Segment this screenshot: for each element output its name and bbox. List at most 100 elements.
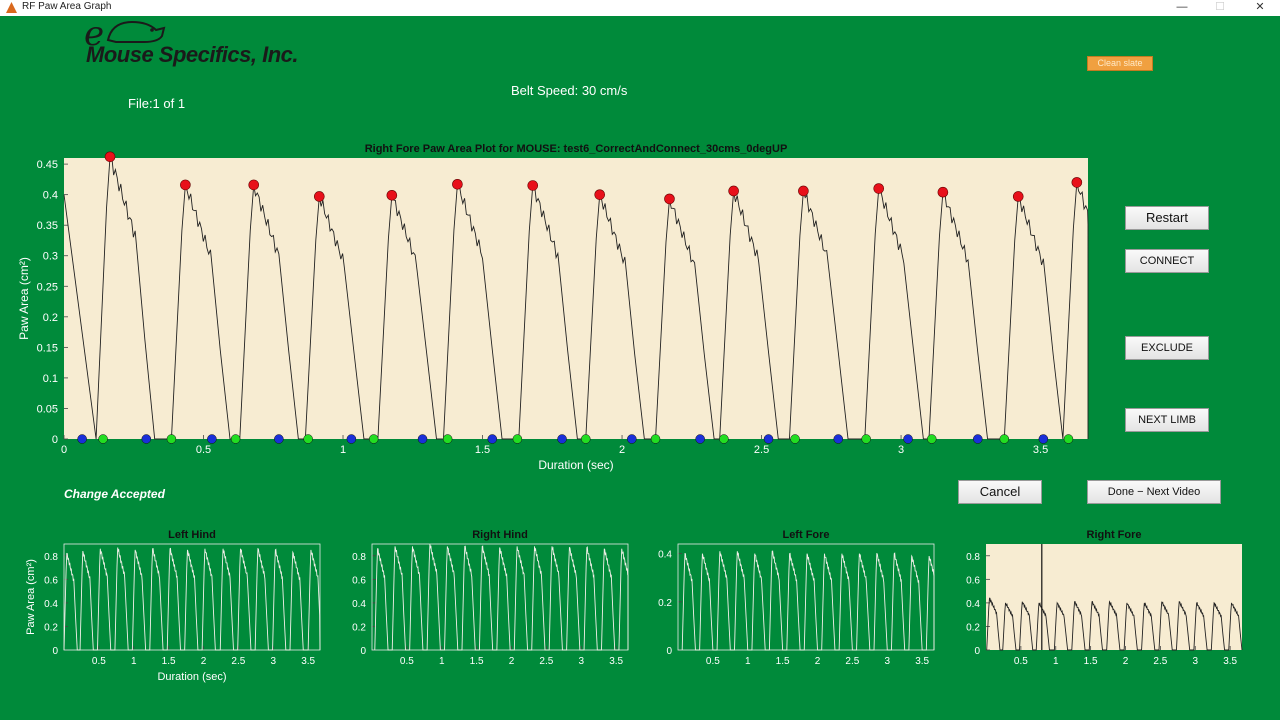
left-fore-plot[interactable]: Left Fore 0.5 1 1.5 2 2.5 3 3.5 0 0.2 0.4 bbox=[632, 524, 942, 694]
connect-button[interactable]: CONNECT bbox=[1125, 249, 1209, 273]
swing-start-marker bbox=[557, 434, 567, 444]
x-tick-label: 2.5 bbox=[754, 444, 769, 456]
y-tick-label: 0.8 bbox=[352, 552, 366, 563]
stance-start-marker bbox=[1063, 434, 1074, 444]
plot-title: Right Fore bbox=[1087, 529, 1142, 541]
y-axis-label: Paw Area (cm²) bbox=[17, 257, 31, 340]
maximize-button[interactable]: ☐ bbox=[1200, 0, 1240, 16]
x-tick-label: 2 bbox=[201, 656, 207, 667]
stance-start-marker bbox=[581, 434, 591, 444]
right-hind-plot[interactable]: Right Hind 0.5 1 1.5 2 2.5 3 3.5 0 0.2 0.4 0.6 0.8 bbox=[326, 524, 636, 694]
y-tick-label: 0 bbox=[974, 646, 980, 657]
y-tick-label: 0.2 bbox=[44, 622, 58, 633]
matlab-app-icon bbox=[6, 2, 17, 13]
swing-start-marker bbox=[207, 434, 217, 444]
left-hind-plot[interactable]: Left Hind 0.5 1 1.5 2 2.5 3 3.5 0 0.2 0.4 0.6 0.8 Dur… bbox=[18, 524, 328, 694]
next-limb-button[interactable]: NEXT LIMB bbox=[1125, 408, 1209, 432]
swing-start-marker bbox=[973, 434, 983, 444]
peak-marker bbox=[798, 185, 809, 197]
minimize-button[interactable]: — bbox=[1162, 0, 1202, 16]
stance-start-marker bbox=[442, 434, 453, 444]
x-tick-label: 1 bbox=[340, 444, 346, 456]
swing-start-marker bbox=[763, 434, 774, 444]
stance-start-marker bbox=[719, 434, 729, 444]
main-paw-area-plot[interactable]: Right Fore Paw Area Plot for MOUSE: test… bbox=[0, 135, 1100, 480]
y-tick-label: 0.4 bbox=[44, 599, 58, 610]
x-tick-label: 2 bbox=[1123, 656, 1129, 667]
right-fore-plot[interactable]: Right Fore 0.5 1 1.5 2 2.5 3 3.5 0 0.2 0.4 0.6 0.8 bbox=[940, 524, 1250, 694]
y-tick-label: 0.25 bbox=[37, 281, 58, 293]
x-tick-label: 0.5 bbox=[400, 656, 414, 667]
cancel-button[interactable]: Cancel bbox=[958, 480, 1042, 504]
y-tick-label: 0.4 bbox=[966, 599, 980, 610]
x-tick-label: 0.5 bbox=[706, 656, 720, 667]
y-tick-label: 0.1 bbox=[43, 373, 58, 385]
peak-marker bbox=[664, 193, 675, 205]
stance-start-marker bbox=[999, 434, 1010, 444]
y-tick-label: 0.15 bbox=[37, 342, 58, 354]
stance-start-marker bbox=[650, 434, 661, 444]
peak-marker bbox=[728, 185, 739, 197]
x-tick-label: 3.5 bbox=[915, 656, 929, 667]
peak-marker bbox=[1071, 177, 1083, 188]
done-next-video-button[interactable]: Done − Next Video bbox=[1087, 480, 1221, 504]
x-tick-label: 3 bbox=[270, 656, 276, 667]
peak-marker bbox=[937, 186, 949, 198]
peak-marker bbox=[1012, 191, 1024, 202]
y-tick-label: 0.4 bbox=[43, 190, 58, 202]
close-button[interactable]: ✕ bbox=[1240, 0, 1280, 16]
y-tick-label: 0.4 bbox=[352, 599, 366, 610]
x-tick-label: 3 bbox=[578, 656, 584, 667]
y-tick-label: 0.2 bbox=[352, 622, 366, 633]
peak-marker bbox=[180, 179, 191, 191]
swing-start-marker bbox=[833, 434, 844, 444]
y-tick-label: 0.6 bbox=[44, 575, 58, 586]
peak-marker bbox=[104, 151, 116, 163]
x-tick-label: 1 bbox=[439, 656, 445, 667]
plot-title: Right Hind bbox=[472, 529, 528, 541]
x-axis-label: Duration (sec) bbox=[157, 671, 226, 683]
restart-button[interactable]: Restart bbox=[1125, 206, 1209, 230]
company-logo: e Mouse Specifics, Inc. bbox=[80, 14, 310, 72]
plot-area bbox=[986, 544, 1242, 650]
x-tick-label: 2 bbox=[815, 656, 821, 667]
plot-title: Left Hind bbox=[168, 529, 216, 541]
clean-slate-button[interactable]: Clean slate bbox=[1087, 56, 1153, 71]
x-tick-label: 3.5 bbox=[1033, 444, 1048, 456]
peak-marker bbox=[386, 189, 398, 201]
x-tick-label: 2.5 bbox=[539, 656, 553, 667]
y-tick-label: 0.8 bbox=[966, 552, 980, 563]
x-tick-label: 2.5 bbox=[231, 656, 245, 667]
y-tick-label: 0.6 bbox=[966, 575, 980, 586]
y-tick-label: 0.8 bbox=[44, 552, 58, 563]
x-tick-label: 1.5 bbox=[470, 656, 484, 667]
x-axis-label: Duration (sec) bbox=[538, 458, 613, 472]
file-counter: File:1 of 1 bbox=[128, 96, 186, 111]
y-tick-label: 0 bbox=[52, 646, 58, 657]
y-tick-label: 0 bbox=[360, 646, 366, 657]
x-tick-label: 3 bbox=[1192, 656, 1198, 667]
peak-marker bbox=[594, 189, 606, 200]
swing-start-marker bbox=[141, 434, 152, 444]
x-tick-label: 2 bbox=[619, 444, 625, 456]
window-title: RF Paw Area Graph bbox=[22, 1, 112, 12]
plot-title: Left Fore bbox=[782, 529, 829, 541]
x-tick-label: 2 bbox=[509, 656, 515, 667]
x-tick-label: 0 bbox=[61, 444, 67, 456]
logo-text: Mouse Specifics, Inc. bbox=[86, 42, 299, 67]
x-tick-label: 1.5 bbox=[1084, 656, 1098, 667]
y-axis-label: Paw Area (cm²) bbox=[25, 559, 37, 635]
y-tick-label: 0.6 bbox=[352, 575, 366, 586]
x-tick-label: 2.5 bbox=[1153, 656, 1167, 667]
exclude-button[interactable]: EXCLUDE bbox=[1125, 336, 1209, 360]
x-tick-label: 0.5 bbox=[196, 444, 211, 456]
belt-speed-label: Belt Speed: 30 cm/s bbox=[511, 83, 628, 98]
y-tick-label: 0.2 bbox=[966, 622, 980, 633]
stance-start-marker bbox=[926, 434, 937, 444]
y-tick-label: 0.2 bbox=[658, 598, 672, 609]
y-tick-label: 0 bbox=[666, 646, 672, 657]
y-tick-label: 0.35 bbox=[37, 220, 58, 232]
peak-marker bbox=[248, 179, 260, 191]
status-message: Change Accepted bbox=[64, 487, 165, 501]
y-tick-label: 0.4 bbox=[658, 550, 672, 561]
